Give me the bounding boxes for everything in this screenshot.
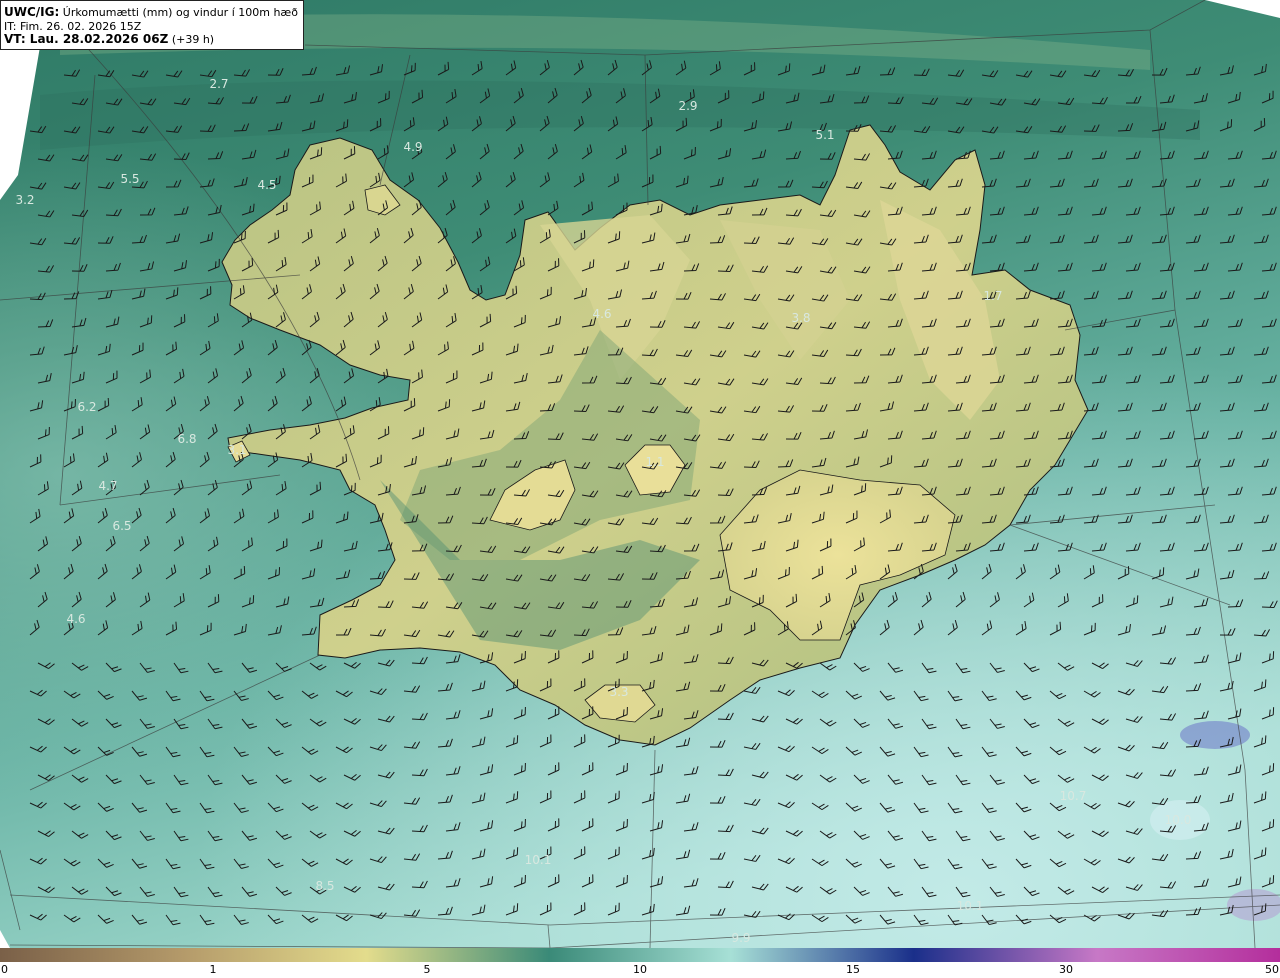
map-value-label: 8.5 <box>315 879 334 893</box>
product-code: UWC/IG: <box>4 5 60 19</box>
map-value-label: 4.7 <box>98 479 117 493</box>
map-value-label: 6.2 <box>77 400 96 414</box>
colorbar-tick-5: 30 <box>1059 963 1073 976</box>
colorbar-tick-3: 10 <box>633 963 647 976</box>
map-value-label: 10.0 <box>1165 813 1192 827</box>
colorbar-tick-0: 0 <box>1 963 8 976</box>
map-value-label: 6.8 <box>177 432 196 446</box>
map-value-label: 10.1 <box>525 853 552 867</box>
map-value-label: 6.5 <box>112 519 131 533</box>
map-value-label: 3.2 <box>15 193 34 207</box>
precipitation-wind-map: 2.7 2.9 4.9 5.1 5.5 4.5 3.2 4.6 3.8 1.7 6.2 6.8 3.1 4… <box>0 0 1280 948</box>
title-box: UWC/IG: Úrkomumætti (mm) og vindur í 100… <box>0 0 304 50</box>
map-value-label: 3.8 <box>791 311 810 325</box>
colorbar-tick-4: 15 <box>846 963 860 976</box>
map-value-label: 1.1 <box>645 455 664 469</box>
map-value-label: 10.1 <box>957 899 984 913</box>
map-value-label: 2.7 <box>209 77 228 91</box>
map-value-label: 4.6 <box>592 307 611 321</box>
colorbar-labels: 0 1 5 10 15 30 50 <box>0 962 1280 978</box>
colorbar-tick-1: 1 <box>209 963 217 976</box>
lead-time: (+39 h) <box>171 33 215 46</box>
map-value-label: 5.5 <box>120 172 139 186</box>
map-value-label: 9.9 <box>731 931 750 945</box>
map-value-label: 4.5 <box>257 178 276 192</box>
colorbar-tick-2: 5 <box>423 963 431 976</box>
colorbar-tick-6: 50 <box>1265 963 1279 976</box>
product-description: Úrkomumætti (mm) og vindur í 100m hæð <box>62 6 298 19</box>
map-value-label: 3.1 <box>227 443 246 457</box>
map-value-label: 3.3 <box>609 685 628 699</box>
init-time: IT: Fim. 26. 02. 2026 15Z <box>4 19 142 33</box>
map-value-label: 10.7 <box>1060 789 1087 803</box>
map-value-label: 4.6 <box>66 612 85 626</box>
map-value-label: 1.7 <box>983 289 1002 303</box>
map-value-label: 2.9 <box>678 99 697 113</box>
map-value-label: 4.9 <box>403 140 422 154</box>
colorbar <box>0 948 1280 962</box>
valid-time: VT: Lau. 28.02.2026 06Z <box>4 32 169 46</box>
map-value-label: 5.1 <box>815 128 834 142</box>
